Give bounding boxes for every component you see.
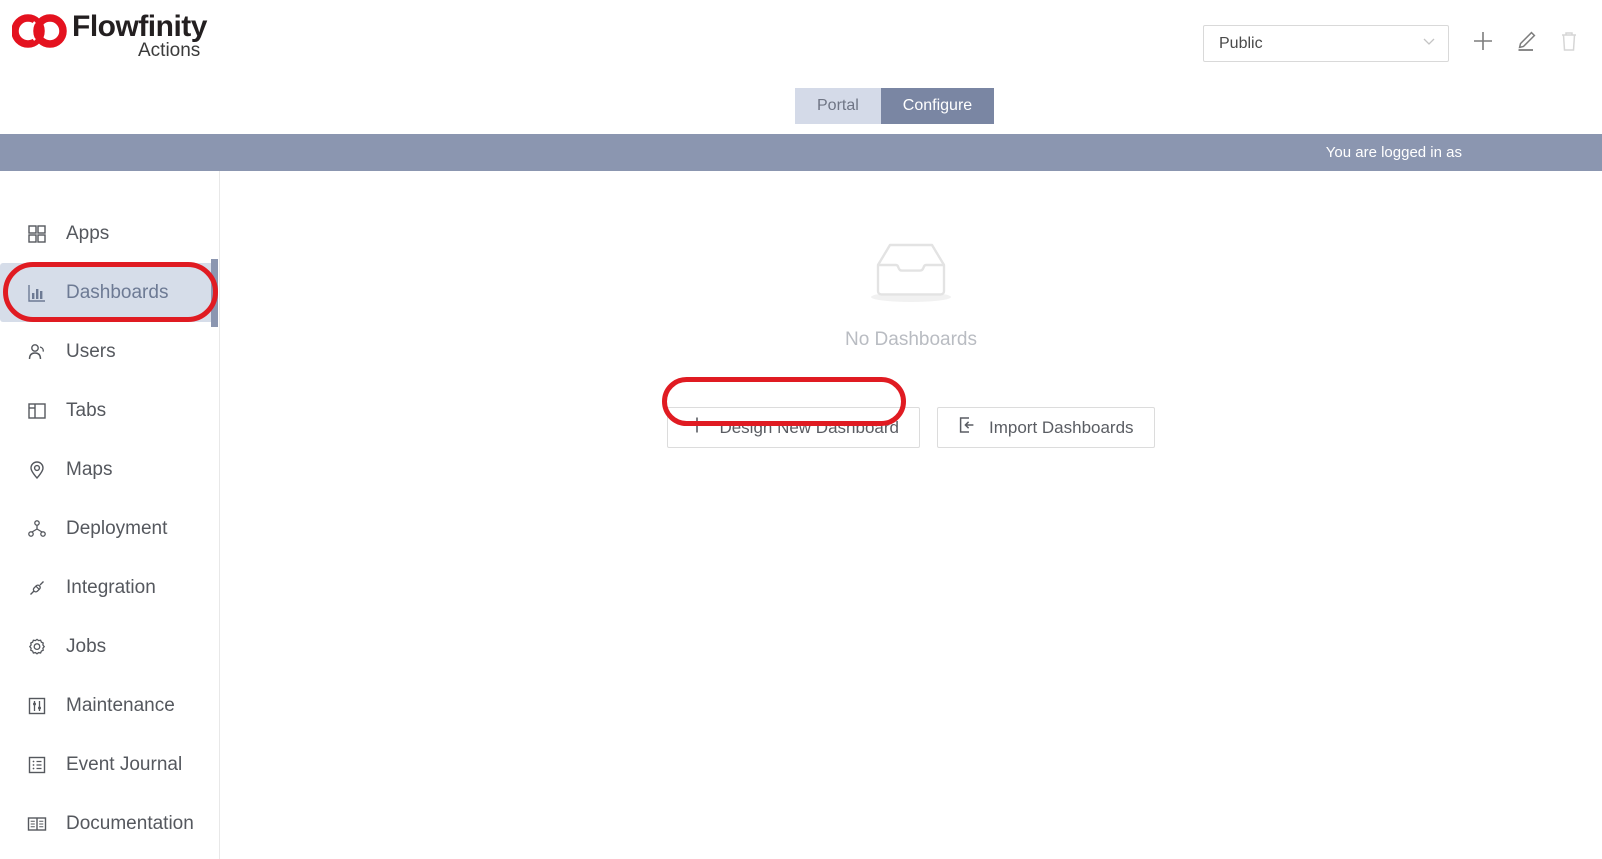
tab-bar: Portal Configure (0, 88, 1602, 134)
sidebar-item-documentation[interactable]: Documentation (0, 794, 219, 853)
design-new-dashboard-label: Design New Dashboard (719, 418, 899, 438)
sidebar-item-integration[interactable]: Integration (0, 558, 219, 617)
sidebar-item-label: Tabs (66, 400, 106, 422)
tab-configure-label: Configure (903, 97, 972, 115)
sidebar-item-label: Documentation (66, 813, 194, 835)
deployment-nodes-icon (26, 518, 48, 540)
plug-connect-icon (26, 577, 48, 599)
open-book-icon (26, 813, 48, 835)
brand-logo[interactable]: Flowfinity Actions (10, 8, 225, 66)
sliders-icon (26, 695, 48, 717)
brand-subtitle: Actions (138, 40, 200, 62)
sidebar-item-maps[interactable]: Maps (0, 440, 219, 499)
bar-chart-icon (26, 282, 48, 304)
import-dashboards-label: Import Dashboards (989, 418, 1134, 438)
sidebar-item-apps[interactable]: Apps (0, 204, 219, 263)
main-content: No Dashboards Design New Dashboard (220, 171, 1602, 859)
plus-icon (1471, 29, 1495, 58)
sidebar-item-dashboards[interactable]: Dashboards (0, 263, 217, 322)
sidebar-item-jobs[interactable]: Jobs (0, 617, 219, 676)
map-pin-icon (26, 459, 48, 481)
sidebar-item-label: Maintenance (66, 695, 175, 717)
tab-portal[interactable]: Portal (795, 88, 881, 124)
sidebar-item-deployment[interactable]: Deployment (0, 499, 219, 558)
tab-configure[interactable]: Configure (881, 88, 994, 124)
header-actions: Public (1203, 25, 1602, 62)
grid-icon (26, 223, 48, 245)
plus-icon (688, 416, 706, 439)
layout-icon (26, 400, 48, 422)
add-button[interactable] (1466, 27, 1500, 61)
trash-icon (1557, 29, 1581, 58)
sidebar-item-label: Apps (66, 223, 109, 245)
page-body: Apps Dashboards Users (0, 171, 1602, 859)
edit-button[interactable] (1509, 27, 1543, 61)
empty-inbox-tray-icon (852, 231, 970, 309)
sidebar-item-label: Integration (66, 577, 156, 599)
list-box-icon (26, 754, 48, 776)
scope-select-value: Public (1219, 35, 1263, 53)
import-box-icon (958, 416, 976, 439)
sidebar-navigation: Apps Dashboards Users (0, 171, 220, 859)
sidebar-item-users[interactable]: Users (0, 322, 219, 381)
interlocking-rings-logo-icon (12, 14, 68, 53)
tab-portal-label: Portal (817, 97, 859, 115)
sidebar-item-label: Users (66, 341, 116, 363)
status-bar: You are logged in as (0, 134, 1602, 171)
app-header: Flowfinity Actions Public (0, 0, 1602, 88)
design-new-dashboard-button[interactable]: Design New Dashboard (667, 407, 920, 448)
sidebar-item-label: Maps (66, 459, 112, 481)
import-dashboards-button[interactable]: Import Dashboards (937, 407, 1155, 448)
sidebar-item-event-journal[interactable]: Event Journal (0, 735, 219, 794)
empty-state-message: No Dashboards (845, 329, 977, 351)
sidebar-item-label: Deployment (66, 518, 167, 540)
brand-name: Flowfinity (72, 10, 207, 44)
empty-state: No Dashboards Design New Dashboard (220, 231, 1602, 448)
chevron-down-icon (1421, 33, 1437, 54)
sidebar-item-label: Dashboards (66, 282, 168, 304)
sidebar-item-label: Event Journal (66, 754, 182, 776)
delete-button (1552, 27, 1586, 61)
sidebar-item-tabs[interactable]: Tabs (0, 381, 219, 440)
pencil-icon (1514, 29, 1538, 58)
empty-state-actions: Design New Dashboard Import Dashboards (667, 407, 1154, 448)
sidebar-item-maintenance[interactable]: Maintenance (0, 676, 219, 735)
logged-in-text: You are logged in as (1326, 144, 1462, 161)
gear-icon (26, 636, 48, 658)
sidebar-item-label: Jobs (66, 636, 106, 658)
scope-select[interactable]: Public (1203, 25, 1449, 62)
users-icon (26, 341, 48, 363)
sidebar-scrollbar[interactable] (211, 259, 218, 327)
